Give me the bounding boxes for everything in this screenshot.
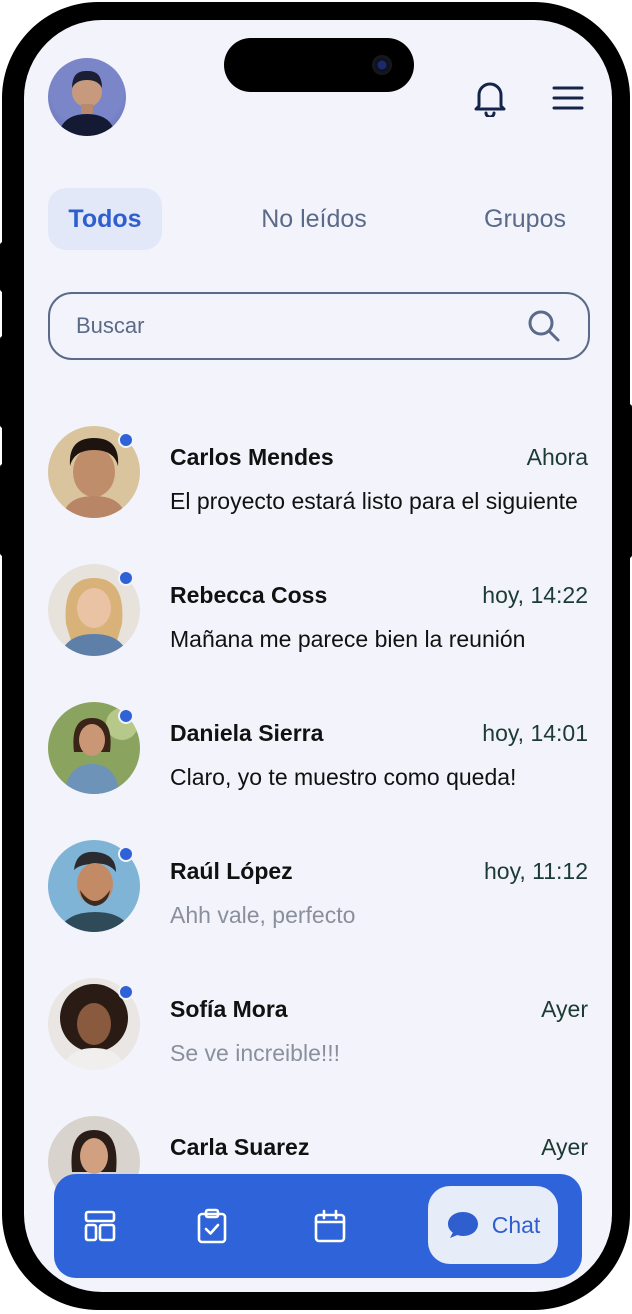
- side-button-volume-up: [0, 336, 6, 428]
- chat-time: hoy, 14:22: [482, 582, 588, 608]
- search-input[interactable]: [76, 294, 496, 358]
- side-button-volume-down: [0, 464, 6, 556]
- online-indicator: [118, 984, 134, 1000]
- calendar-icon[interactable]: [308, 1204, 352, 1248]
- profile-photo-icon: [58, 70, 116, 136]
- chat-item-rebecca-coss[interactable]: Rebecca Coss hoy, 14:22 Mañana me parece…: [48, 564, 588, 684]
- tab-grupos[interactable]: Grupos: [472, 188, 578, 250]
- filter-tabs: Todos No leídos Grupos: [48, 188, 588, 250]
- chat-time: Ahora: [526, 444, 588, 470]
- online-indicator: [118, 846, 134, 862]
- tab-todos[interactable]: Todos: [48, 188, 162, 250]
- hamburger-menu-icon[interactable]: [548, 78, 588, 118]
- phone-frame: Todos No leídos Grupos Buscar Carlos Men…: [0, 2, 632, 1310]
- chat-item-daniela-sierra[interactable]: Daniela Sierra hoy, 14:01 Claro, yo te m…: [48, 702, 588, 822]
- chat-nav-label: Chat: [491, 1211, 541, 1238]
- chat-preview: Claro, yo te muestro como queda!: [170, 764, 517, 790]
- chat-time: hoy, 14:01: [482, 720, 588, 746]
- chat-name: Carla Suarez: [170, 1134, 310, 1160]
- chat-nav-button[interactable]: Chat: [428, 1186, 558, 1264]
- profile-avatar[interactable]: [48, 58, 126, 136]
- bottom-navigation: Chat: [54, 1174, 582, 1278]
- search-icon[interactable]: [526, 308, 562, 344]
- chat-bubble-icon: [447, 1212, 478, 1238]
- chat-name: Raúl López: [170, 858, 293, 884]
- chat-name: Sofía Mora: [170, 996, 288, 1022]
- chat-time: hoy, 11:12: [483, 858, 588, 884]
- clipboard-check-icon[interactable]: [190, 1204, 234, 1248]
- app-screen: Todos No leídos Grupos Buscar Carlos Men…: [24, 20, 612, 1292]
- chat-preview: El proyecto estará listo para el siguien…: [170, 488, 578, 514]
- chat-preview: Mañana me parece bien la reunión: [170, 626, 526, 652]
- dashboard-icon[interactable]: [78, 1204, 122, 1248]
- online-indicator: [118, 432, 134, 448]
- chat-time: Ayer: [541, 1134, 588, 1160]
- chat-item-sofia-mora[interactable]: Sofía Mora Ayer Se ve increible!!!: [48, 978, 588, 1098]
- online-indicator: [118, 708, 134, 724]
- chat-name: Daniela Sierra: [170, 720, 324, 746]
- tab-no-leidos[interactable]: No leídos: [244, 188, 384, 250]
- chat-name: Carlos Mendes: [170, 444, 334, 470]
- chat-item-carlos-mendes[interactable]: Carlos Mendes Ahora El proyecto estará l…: [48, 426, 588, 546]
- side-button-action: [0, 242, 6, 292]
- side-button-power: [626, 404, 632, 558]
- bell-icon[interactable]: [468, 76, 512, 120]
- chat-preview: Se ve increible!!!: [170, 1040, 341, 1066]
- chat-time: Ayer: [541, 996, 588, 1022]
- dynamic-island: [224, 38, 414, 92]
- search-bar: [48, 292, 590, 360]
- chat-preview: Ahh vale, perfecto: [170, 902, 356, 928]
- chat-item-raul-lopez[interactable]: Raúl López hoy, 11:12 Ahh vale, perfecto: [48, 840, 588, 960]
- chat-name: Rebecca Coss: [170, 582, 328, 608]
- front-camera: [372, 55, 392, 75]
- online-indicator: [118, 570, 134, 586]
